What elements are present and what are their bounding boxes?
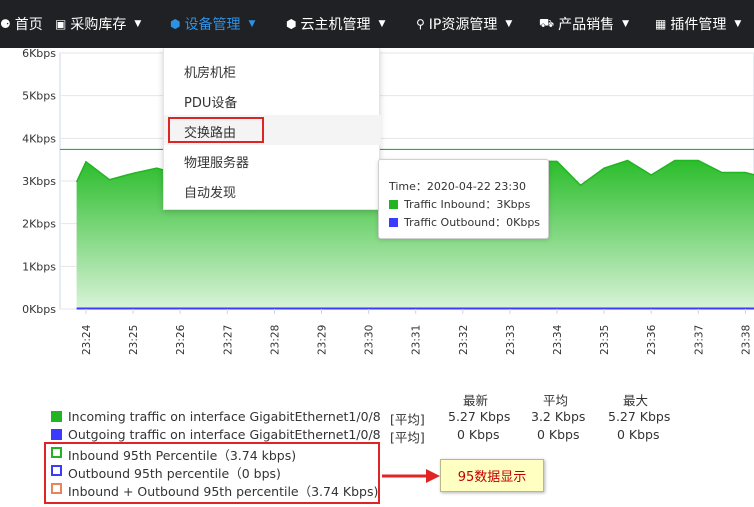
nav-item-label: 首页 xyxy=(14,17,43,33)
legend-header-latest: 最新 xyxy=(463,393,489,408)
nav-item-product-sales[interactable]: ⛟ 产品销售 ▼ xyxy=(539,0,629,48)
tooltip-time: Time：2020-04-22 23:30 xyxy=(389,180,527,193)
nav-item-label: 插件管理 xyxy=(670,17,727,33)
percentile-annotation-box xyxy=(44,442,380,504)
x-tick-label: 23:35 xyxy=(599,325,611,355)
incoming-avg-tag: [平均] xyxy=(390,412,425,427)
y-tick-label: 5Kbps xyxy=(22,90,56,103)
cube-icon: ⬢ xyxy=(286,17,297,31)
top-navbar: ⚈ 首页 ▣ 采购库存 ▼ ⬢ 设备管理 ▼ ⬢ 云主机管理 ▼ ⚲ IP资源管… xyxy=(0,0,754,48)
nav-item-device-management[interactable]: ⬢ 设备管理 ▼ xyxy=(170,0,255,48)
chart-tooltip: Time：2020-04-22 23:30 Traffic Inbound：3K… xyxy=(378,159,549,239)
nav-item-ip-resources[interactable]: ⚲ IP资源管理 ▼ xyxy=(416,0,512,48)
menu-item-racks[interactable]: 机房机柜 xyxy=(184,62,236,81)
x-tick-label: 23:27 xyxy=(222,325,234,355)
outbound-swatch xyxy=(389,218,398,227)
incoming-average: 3.2 Kbps xyxy=(531,409,586,424)
cart-icon: ⛟ xyxy=(539,16,555,30)
device-management-dropdown: 机房机柜 PDU设备 交换路由 物理服务器 自动发现 xyxy=(163,48,381,210)
x-tick-label: 23:25 xyxy=(128,325,140,355)
nav-item-purchase-inventory[interactable]: ▣ 采购库存 ▼ xyxy=(55,0,141,48)
x-tick-label: 23:38 xyxy=(740,325,752,355)
incoming-latest: 5.27 Kbps xyxy=(448,409,511,424)
x-tick-label: 23:36 xyxy=(646,324,658,355)
x-tick-label: 23:32 xyxy=(458,325,470,355)
tooltip-inbound-text: Traffic Inbound：3Kbps xyxy=(404,198,531,211)
chevron-down-icon: ▼ xyxy=(248,19,256,29)
x-tick-label: 23:28 xyxy=(269,325,281,355)
callout-note: 95数据显示 xyxy=(440,459,544,492)
menu-item-auto-discovery[interactable]: 自动发现 xyxy=(184,182,236,201)
nav-item-plugins[interactable]: ▦ 插件管理 ▼ xyxy=(655,0,741,48)
tooltip-outbound: Traffic Outbound：0Kbps xyxy=(389,214,540,230)
nav-item-label: 产品销售 xyxy=(558,17,615,33)
nav-item-home[interactable]: ⚈ 首页 xyxy=(0,0,43,48)
x-tick-label: 23:26 xyxy=(175,324,187,355)
nav-item-label: IP资源管理 xyxy=(428,17,498,33)
menu-item-pdu[interactable]: PDU设备 xyxy=(184,92,237,111)
incoming-swatch xyxy=(51,411,62,422)
incoming-traffic-label[interactable]: Incoming traffic on interface GigabitEth… xyxy=(68,409,381,424)
annotation-arrow xyxy=(382,469,440,483)
outgoing-avg-tag: [平均] xyxy=(390,430,425,445)
menu-item-physical-servers[interactable]: 物理服务器 xyxy=(184,152,249,171)
grid-icon: ▦ xyxy=(655,17,667,31)
cube-icon: ⬢ xyxy=(170,17,181,31)
outgoing-max: 0 Kbps xyxy=(617,427,660,442)
x-tick-label: 23:37 xyxy=(693,325,705,355)
nav-item-cloud-host[interactable]: ⬢ 云主机管理 ▼ xyxy=(286,0,385,48)
y-tick-label: 0Kbps xyxy=(22,303,56,316)
y-tick-label: 4Kbps xyxy=(22,132,56,145)
incoming-max: 5.27 Kbps xyxy=(608,409,671,424)
inbound-swatch xyxy=(389,200,398,209)
legend-header-max: 最大 xyxy=(623,393,649,408)
hdd-icon: ▣ xyxy=(55,17,67,31)
y-tick-label: 6Kbps xyxy=(22,48,56,60)
x-tick-label: 23:30 xyxy=(364,325,376,355)
chevron-down-icon: ▼ xyxy=(134,19,142,29)
menu-item-switch-router[interactable]: 交换路由 xyxy=(184,122,236,141)
y-tick-label: 2Kbps xyxy=(22,218,56,231)
tooltip-inbound: Traffic Inbound：3Kbps xyxy=(389,196,530,212)
home-icon: ⚈ xyxy=(0,17,11,31)
legend-header-average: 平均 xyxy=(543,393,569,408)
x-tick-label: 23:34 xyxy=(552,324,564,355)
x-tick-label: 23:24 xyxy=(81,324,93,355)
outgoing-swatch xyxy=(51,429,62,440)
nav-item-label: 采购库存 xyxy=(70,17,127,33)
chevron-down-icon: ▼ xyxy=(734,19,742,29)
outgoing-latest: 0 Kbps xyxy=(457,427,500,442)
nav-item-label: 设备管理 xyxy=(184,17,241,33)
tooltip-outbound-text: Traffic Outbound：0Kbps xyxy=(404,216,541,229)
x-tick-label: 23:31 xyxy=(411,325,423,355)
y-tick-label: 3Kbps xyxy=(22,175,56,188)
map-marker-icon: ⚲ xyxy=(416,17,425,31)
chevron-down-icon: ▼ xyxy=(505,19,513,29)
chevron-down-icon: ▼ xyxy=(378,19,386,29)
outgoing-traffic-label[interactable]: Outgoing traffic on interface GigabitEth… xyxy=(68,427,381,442)
y-tick-label: 1Kbps xyxy=(22,260,56,273)
x-tick-label: 23:29 xyxy=(317,325,329,355)
x-tick-label: 23:33 xyxy=(505,325,517,355)
chevron-down-icon: ▼ xyxy=(622,19,630,29)
outgoing-average: 0 Kbps xyxy=(537,427,580,442)
nav-item-label: 云主机管理 xyxy=(300,17,371,33)
